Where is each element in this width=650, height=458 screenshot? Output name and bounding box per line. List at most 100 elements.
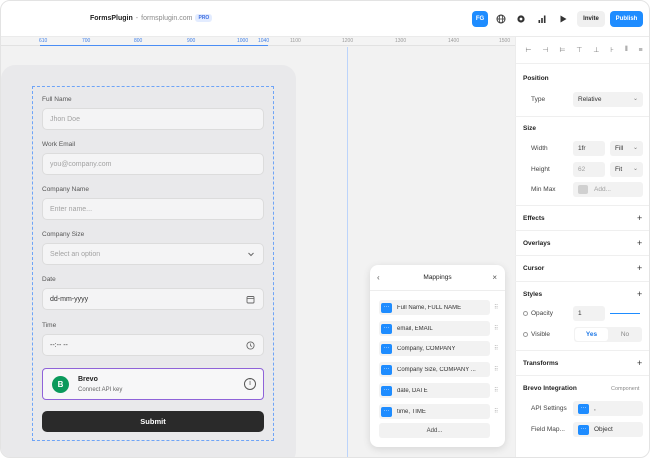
publish-button[interactable]: Publish [610,11,643,27]
distribute-h-icon[interactable]: ⫴ [625,46,628,54]
align-center-v-icon[interactable]: ⊥ [593,46,599,54]
visible-yes-option[interactable]: Yes [575,328,608,341]
height-label: Height [531,166,550,173]
add-mapping-button[interactable]: Add... [379,423,490,438]
drag-handle-icon[interactable]: ⠿ [494,304,498,311]
top-bar: FormsPlugin - formsplugin.com PRO FG Inv… [1,1,649,37]
divider [515,116,649,117]
invite-button[interactable]: Invite [577,11,605,27]
distribute-v-icon[interactable]: ≡ [638,47,642,54]
ellipsis-icon: ··· [578,403,589,414]
company-input[interactable]: Enter name... [42,198,264,220]
info-icon[interactable]: i [244,378,256,390]
time-input[interactable]: --:-- -- [42,334,264,356]
align-left-icon[interactable]: ⊢ [525,46,531,54]
width-input[interactable]: 1fr [573,141,605,156]
opacity-label: Opacity [531,310,554,317]
drag-handle-icon[interactable]: ⠿ [494,325,498,332]
ruler-tick: 800 [134,38,143,44]
mapping-row[interactable]: ··· date, DATE [379,383,490,398]
ruler-selection [40,37,268,46]
drag-handle-icon[interactable]: ⠿ [494,345,498,352]
company-size-select[interactable]: Select an option [42,243,264,265]
mapping-row[interactable]: ··· time, TIME [379,404,490,419]
align-center-h-icon[interactable]: ⊣ [542,46,548,54]
visible-toggle[interactable]: Yes No [574,327,642,342]
submit-button[interactable]: Submit [42,411,264,432]
width-label: Width [531,145,548,152]
project-title[interactable]: FormsPlugin - formsplugin.com PRO [90,14,213,22]
drag-handle-icon[interactable]: ⠿ [494,408,498,415]
alignment-toolbar: ⊢ ⊣ ⊨ ⊤ ⊥ ⊦ ⫴ ≡ [516,37,649,64]
date-value: dd-mm-yyyy [50,295,89,303]
align-right-icon[interactable]: ⊨ [559,46,565,54]
company-label: Company Name [42,186,89,193]
calendar-icon[interactable] [246,295,255,304]
visible-label: Visible [531,331,551,338]
user-avatar[interactable]: FG [472,11,488,27]
mapping-row[interactable]: ··· Full Name, FULL NAME [379,300,490,315]
styles-section-title: Styles [523,291,543,298]
mapping-text: Company, COMPANY [397,345,456,352]
position-type-value: Relative [578,96,602,103]
mapping-row[interactable]: ··· Company Size, COMPANY ... [379,362,490,377]
divider [515,230,649,231]
add-cursor-icon[interactable]: + [637,264,642,273]
full-name-label: Full Name [42,96,72,103]
align-top-icon[interactable]: ⊤ [576,46,582,54]
date-input[interactable]: dd-mm-yyyy [42,288,264,310]
brevo-integration-block[interactable]: B Brevo Connect API key i [42,368,264,400]
field-map-field[interactable]: ··· Object [573,422,643,437]
drag-handle-icon[interactable]: ⠿ [494,366,498,373]
pro-badge: PRO [195,14,213,22]
chevron-down-icon [246,250,255,259]
add-style-icon[interactable]: + [637,290,642,299]
opacity-slider[interactable] [610,313,640,314]
position-type-select[interactable]: Relative ⌄ [573,92,643,107]
ruler-tick: 1400 [448,38,460,44]
drag-handle-icon[interactable]: ⠿ [494,387,498,394]
mapping-row[interactable]: ··· email, EMAIL [379,321,490,336]
api-settings-label: API Settings [531,405,567,412]
align-bottom-icon[interactable]: ⊦ [610,46,614,54]
settings-icon[interactable] [513,11,529,27]
ellipsis-icon: ··· [578,424,589,435]
divider [515,350,649,351]
mapping-text: Full Name, FULL NAME [397,304,462,311]
ruler-tick: 900 [187,38,196,44]
opacity-input[interactable]: 1 [573,306,605,321]
height-mode-select[interactable]: Fit ⌄ [610,162,643,177]
visible-dot-icon [523,332,528,337]
ellipsis-icon: ··· [381,385,392,396]
ruler-tick: 1500 [499,38,511,44]
mapping-row[interactable]: ··· Company, COMPANY [379,341,490,356]
visible-no-option[interactable]: No [609,328,641,341]
height-mode-value: Fit [615,166,623,173]
analytics-icon[interactable] [534,11,550,27]
clock-icon[interactable] [246,341,255,350]
mappings-title: Mappings [423,274,452,281]
company-size-label: Company Size [42,231,85,238]
email-input[interactable]: you@company.com [42,153,264,175]
mapping-text: Company Size, COMPANY ... [397,366,476,373]
globe-icon[interactable] [493,11,509,27]
ruler-tick: 1040 [258,38,270,44]
api-settings-value: , [594,405,596,412]
close-icon[interactable]: × [492,273,497,282]
height-input[interactable]: 62 [573,162,605,177]
minmax-value: Add... [594,186,611,193]
time-value: --:-- -- [50,341,68,349]
ruler-tick: 610 [39,38,48,44]
domain-name: formsplugin.com [141,14,193,22]
full-name-input[interactable]: Jhon Doe [42,108,264,130]
add-transform-icon[interactable]: + [637,359,642,368]
minmax-input[interactable]: Add... [573,182,643,197]
width-mode-select[interactable]: Fill ⌄ [610,141,643,156]
date-label: Date [42,276,56,283]
add-effect-icon[interactable]: + [637,214,642,223]
add-overlay-icon[interactable]: + [637,239,642,248]
play-icon[interactable] [555,11,571,27]
minmax-label: Min Max [531,186,556,193]
api-settings-field[interactable]: ··· , [573,401,643,416]
field-map-value: Object [594,426,613,433]
